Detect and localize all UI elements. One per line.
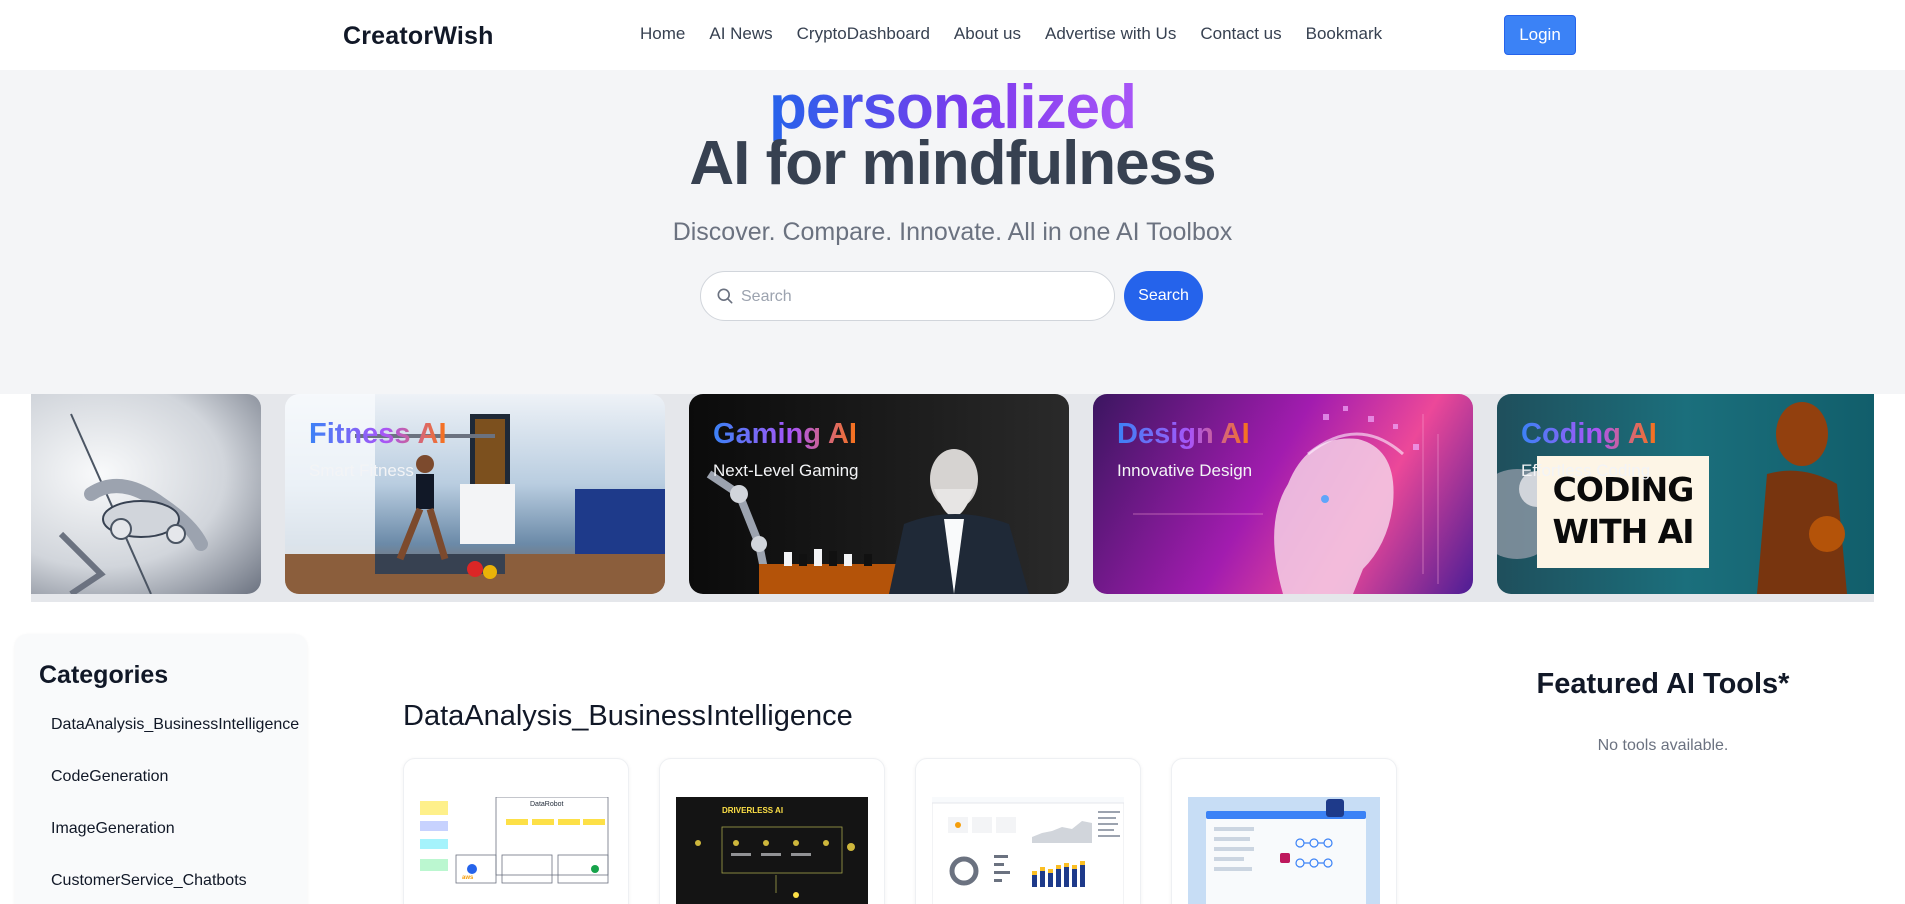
search-box[interactable] xyxy=(700,271,1115,321)
robot-violin-image xyxy=(58,413,208,594)
nav-crypto-dashboard-link[interactable]: CryptoDashboard xyxy=(797,24,930,44)
tool-diagram-image: DataRobot aws xyxy=(420,797,609,884)
category-item-customer-service[interactable]: CustomerService_Chatbots xyxy=(51,872,247,890)
nav-home-link[interactable]: Home xyxy=(640,24,685,44)
hero-subtitle: Discover. Compare. Innovate. All in one … xyxy=(672,218,1233,246)
category-item-image-generation[interactable]: ImageGeneration xyxy=(51,820,175,838)
tool-card[interactable] xyxy=(915,758,1141,904)
tool-thumbnail xyxy=(1188,797,1380,904)
carousel-card-title: Gaming AI xyxy=(713,418,857,450)
tool-card[interactable]: DataRobot aws xyxy=(403,758,629,904)
tool-card[interactable]: DRIVERLESS AI xyxy=(659,758,885,904)
sidebar-title: Categories xyxy=(39,661,169,689)
carousel-card-subtitle: Innovative Design xyxy=(1117,461,1253,480)
carousel-card-subtitle: Effortless Coding xyxy=(1521,461,1651,480)
carousel-card-subtitle: Next-Level Gaming xyxy=(713,461,859,480)
login-button[interactable]: Login xyxy=(1504,15,1576,55)
category-item-data-analysis[interactable]: DataAnalysis_BusinessIntelligence xyxy=(51,716,299,734)
tool-card[interactable] xyxy=(1171,758,1397,904)
carousel-card-title: Coding AI xyxy=(1521,418,1657,450)
carousel-card-fitness[interactable]: Fitness AI Smart Fitness xyxy=(285,394,665,594)
nav-ai-news-link[interactable]: AI News xyxy=(709,24,772,44)
tool-thumbnail xyxy=(932,797,1124,904)
carousel-card-music[interactable] xyxy=(31,394,261,594)
nav-about-link[interactable]: About us xyxy=(954,24,1021,44)
section-title: DataAnalysis_BusinessIntelligence xyxy=(403,700,853,732)
featured-tools-empty-message: No tools available. xyxy=(1597,737,1729,754)
nav-bookmark-link[interactable]: Bookmark xyxy=(1306,24,1383,44)
tool-thumbnail: DRIVERLESS AI xyxy=(676,797,868,904)
tool-card-title: DataRobot xyxy=(530,801,564,808)
top-navbar: CreatorWish Home AI News CryptoDashboard… xyxy=(0,0,1905,70)
carousel-card-gaming[interactable]: Gaming AI Next-Level Gaming xyxy=(689,394,1069,594)
search-input[interactable] xyxy=(741,282,1101,312)
svg-text:aws: aws xyxy=(462,875,474,881)
tool-workflow-image xyxy=(1188,797,1380,904)
hero-section: personalized AI for mindfulness Discover… xyxy=(0,70,1905,394)
carousel-card-coding[interactable]: CODING WITH AI Coding AI Effortless Codi… xyxy=(1497,394,1874,594)
hero-title: AI for mindfulness xyxy=(689,129,1216,198)
brand-logo[interactable]: CreatorWish xyxy=(343,22,494,51)
search-icon xyxy=(717,288,733,304)
carousel-card-title: Design AI xyxy=(1117,418,1250,450)
carousel-card-design[interactable]: Design AI Innovative Design xyxy=(1093,394,1473,594)
category-item-code-generation[interactable]: CodeGeneration xyxy=(51,768,168,786)
nav-advertise-link[interactable]: Advertise with Us xyxy=(1045,24,1176,44)
tool-diagram-image: DRIVERLESS AI xyxy=(695,806,855,898)
carousel-card-title: Fitness AI xyxy=(309,418,447,450)
main-menu: Home AI News CryptoDashboard About us Ad… xyxy=(640,24,1406,44)
tool-thumbnail: DataRobot aws xyxy=(420,797,612,904)
categories-sidebar: Categories DataAnalysis_BusinessIntellig… xyxy=(15,634,307,904)
tool-card-title: DRIVERLESS AI xyxy=(722,806,783,815)
search-button[interactable]: Search xyxy=(1124,271,1203,321)
category-carousel[interactable]: Fitness AI Smart Fitness Gaming AI Next-… xyxy=(31,394,1874,602)
tool-dashboard-image xyxy=(932,802,1124,904)
featured-tools-title: Featured AI Tools* xyxy=(1536,668,1790,700)
nav-contact-link[interactable]: Contact us xyxy=(1200,24,1281,44)
carousel-card-subtitle: Smart Fitness xyxy=(309,461,414,480)
